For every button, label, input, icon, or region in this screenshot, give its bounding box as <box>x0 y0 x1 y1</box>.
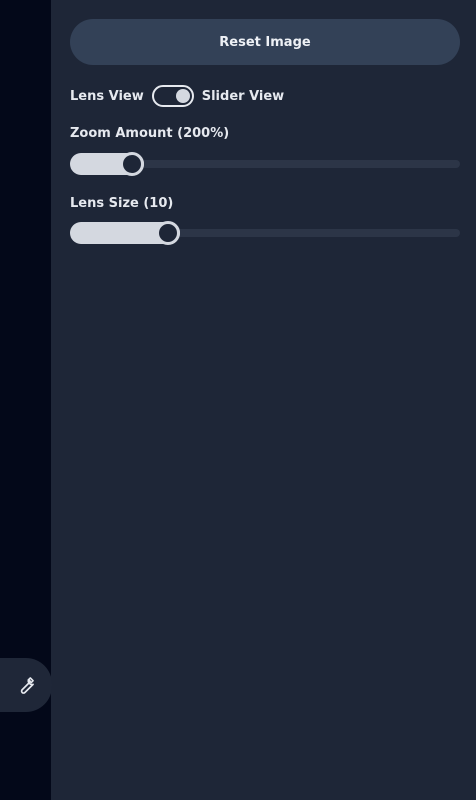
toggle-knob <box>175 89 190 103</box>
lens-view-label: Lens View <box>70 88 144 104</box>
lens-size-slider[interactable] <box>70 221 460 245</box>
image-tools-panel: Reset Image Lens View Slider View Zoom A… <box>51 0 476 800</box>
slider-view-label: Slider View <box>201 88 285 104</box>
view-mode-toggle-row: Lens View Slider View <box>70 84 284 108</box>
left-rail <box>0 0 52 800</box>
lens-size-thumb[interactable] <box>155 221 180 245</box>
zoom-amount-label: Zoom Amount (200%) <box>70 126 230 141</box>
lens-size-label: Lens Size (10) <box>70 196 174 211</box>
tools-tab[interactable] <box>0 658 52 712</box>
wrench-icon <box>20 677 34 694</box>
view-mode-toggle[interactable] <box>151 85 194 107</box>
zoom-amount-slider[interactable] <box>70 152 460 176</box>
zoom-amount-thumb[interactable] <box>120 152 145 176</box>
reset-image-button[interactable]: Reset Image <box>70 19 460 65</box>
